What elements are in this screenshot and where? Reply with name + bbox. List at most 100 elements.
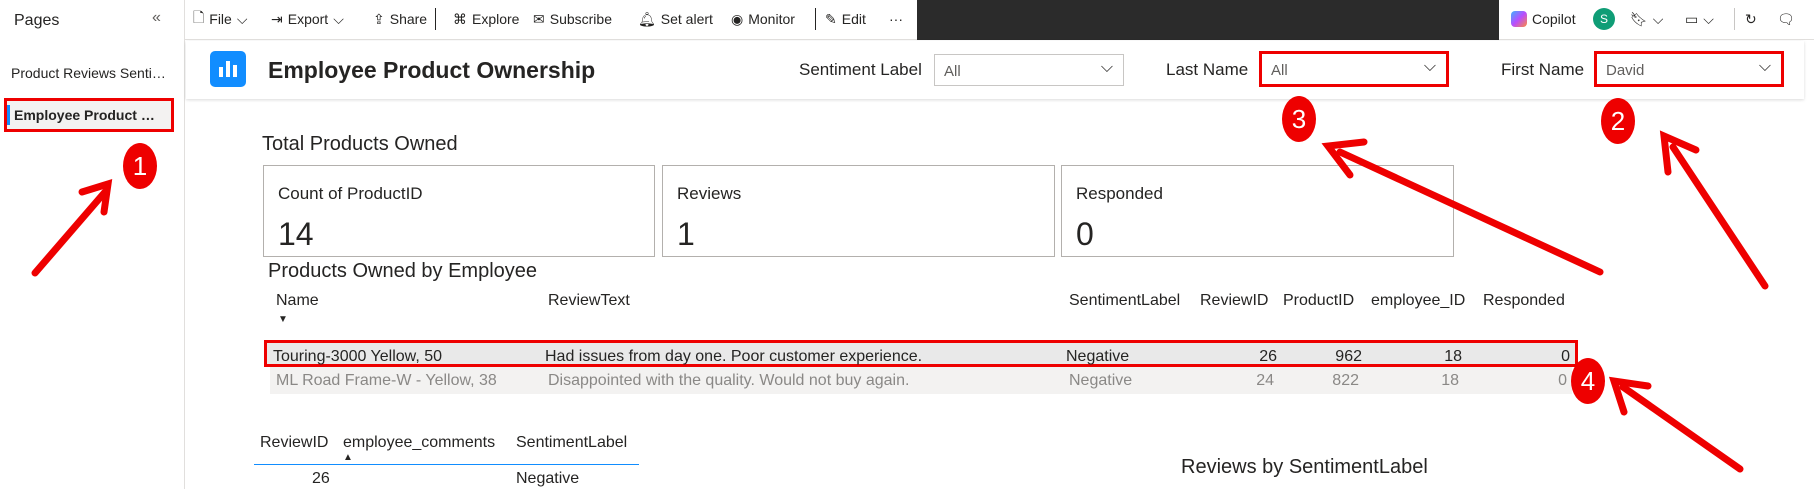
- dropdown-value: All: [944, 63, 961, 80]
- table-row[interactable]: ML Road Frame-W - Yellow, 38 Disappointe…: [270, 367, 1572, 394]
- card-label: Count of ProductID: [278, 184, 423, 203]
- pencil-icon: ✎: [825, 10, 837, 27]
- annotation-badge-2: 2: [1601, 98, 1635, 144]
- annotation-badge-4: 4: [1571, 358, 1605, 404]
- column-header-name[interactable]: Name: [276, 292, 319, 310]
- cell-reviewid: 24: [1256, 372, 1274, 389]
- cell-employee-id: 18: [1444, 348, 1462, 365]
- bottom-column-reviewid[interactable]: ReviewID: [260, 434, 328, 452]
- bookmark-icon: 🔖︎: [1630, 10, 1648, 27]
- chevron-down-icon: ⌵: [1703, 10, 1714, 27]
- last-name-dropdown[interactable]: All ⌵: [1259, 51, 1449, 87]
- monitor-button[interactable]: ◉ Monitor: [731, 0, 795, 38]
- chevron-down-icon: ⌵: [1100, 59, 1113, 76]
- page-item-employee-product-ownership[interactable]: Employee Product Ow...: [4, 98, 174, 132]
- file-label: File: [209, 11, 232, 27]
- annotation-arrow-2: [1669, 143, 1769, 290]
- comment-icon: 🗨︎: [1777, 10, 1795, 27]
- cell-reviewtext: Disappointed with the quality. Would not…: [548, 372, 910, 389]
- annotation-badge-3: 3: [1282, 96, 1316, 142]
- bottom-table-header-underline: [254, 464, 639, 465]
- action-toolbar: 🗋 File ⌵ ⇥ Export ⌵ ⇪ Share ⌘ Explore ✉ …: [185, 0, 1814, 40]
- column-header-reviewid[interactable]: ReviewID: [1200, 292, 1268, 310]
- bell-icon: 🔔︎: [638, 10, 656, 27]
- set-alert-button[interactable]: 🔔︎ Set alert: [638, 0, 713, 38]
- bottom-cell-reviewid: 26: [312, 470, 330, 487]
- card-value: 1: [677, 216, 695, 252]
- cell-reviewtext: Had issues from day one. Poor customer e…: [545, 348, 923, 365]
- explore-button[interactable]: ⌘ Explore: [453, 0, 519, 38]
- last-name-slicer-label: Last Name: [1166, 60, 1249, 79]
- share-icon: ⇪: [373, 10, 385, 27]
- share-label: Share: [389, 11, 428, 27]
- collapse-pane-icon[interactable]: «: [152, 9, 161, 27]
- cell-productid: 822: [1332, 372, 1359, 389]
- edit-button[interactable]: ✎ Edit: [825, 0, 866, 38]
- chevron-down-icon: ⌵: [1423, 58, 1436, 75]
- user-avatar[interactable]: S: [1593, 0, 1615, 38]
- bottom-column-sentimentlabel[interactable]: SentimentLabel: [516, 434, 627, 452]
- column-header-sentimentlabel[interactable]: SentimentLabel: [1069, 292, 1180, 310]
- bottom-column-employee-comments[interactable]: employee_comments: [343, 434, 495, 452]
- cell-productid: 962: [1335, 348, 1362, 365]
- dropdown-value: David: [1606, 62, 1645, 79]
- mail-icon: ✉: [533, 10, 545, 27]
- cell-responded: 0: [1561, 348, 1570, 365]
- binoculars-icon: ⌘: [453, 10, 467, 27]
- table-row[interactable]: Touring-3000 Yellow, 50 Had issues from …: [264, 340, 1578, 367]
- dropdown-value: All: [1271, 62, 1288, 79]
- subscribe-label: Subscribe: [549, 11, 612, 27]
- report-header: Employee Product Ownership Sentiment Lab…: [186, 41, 1804, 99]
- cell-sentimentlabel: Negative: [1066, 348, 1130, 365]
- toolbar-divider: [815, 8, 816, 30]
- column-header-reviewtext[interactable]: ReviewText: [548, 292, 630, 310]
- toolbar-divider: [435, 8, 436, 30]
- first-name-dropdown[interactable]: David ⌵: [1594, 51, 1784, 87]
- monitor-icon: ◉: [731, 10, 744, 27]
- chevron-down-icon: ⌵: [1758, 58, 1771, 75]
- page-item-product-reviews[interactable]: Product Reviews Sentim...: [11, 65, 171, 81]
- card-responded[interactable]: Responded 0: [1061, 165, 1454, 257]
- card-value: 14: [278, 216, 314, 252]
- card-count-productid[interactable]: Count of ProductID 14: [263, 165, 655, 257]
- cell-employee-id: 18: [1441, 372, 1459, 389]
- copilot-icon: [1511, 11, 1527, 27]
- copilot-button[interactable]: Copilot: [1511, 0, 1576, 38]
- active-page-indicator: [7, 105, 10, 125]
- cell-responded: 0: [1558, 372, 1567, 389]
- report-icon: [210, 51, 246, 87]
- cell-sentimentlabel: Negative: [1069, 372, 1133, 389]
- subscribe-button[interactable]: ✉ Subscribe: [533, 0, 612, 38]
- chevron-down-icon: ⌵: [333, 10, 344, 27]
- page-item-label: Employee Product Ow...: [14, 107, 174, 123]
- chevron-down-icon: ⌵: [236, 10, 248, 27]
- sort-descending-icon: ▼: [278, 314, 288, 325]
- view-icon: ▭: [1685, 10, 1699, 27]
- view-button[interactable]: ▭ ⌵: [1685, 0, 1714, 38]
- bookmark-button[interactable]: 🔖︎ ⌵: [1630, 0, 1663, 38]
- card-label: Reviews: [677, 184, 742, 203]
- toolbar-dark-band: [917, 0, 1499, 40]
- column-header-responded[interactable]: Responded: [1483, 292, 1565, 310]
- sentiment-label-dropdown[interactable]: All ⌵: [934, 54, 1124, 86]
- pages-title: Pages: [14, 12, 60, 29]
- refresh-button[interactable]: ↻: [1745, 0, 1757, 38]
- chart-title: Reviews by SentimentLabel: [1181, 456, 1428, 478]
- bottom-cell-sentimentlabel: Negative: [516, 470, 580, 487]
- more-options-button[interactable]: ···: [889, 0, 903, 38]
- sentiment-label-slicer-label: Sentiment Label: [799, 60, 922, 79]
- file-menu-button[interactable]: 🗋 File ⌵: [193, 0, 247, 38]
- cell-reviewid: 26: [1259, 348, 1277, 365]
- column-header-productid[interactable]: ProductID: [1283, 292, 1354, 310]
- pages-pane: Pages « Product Reviews Sentim... Employ…: [0, 0, 185, 489]
- share-button[interactable]: ⇪ Share: [373, 0, 427, 38]
- annotation-badge-1: 1: [123, 143, 157, 189]
- edit-label: Edit: [841, 11, 866, 27]
- card-value: 0: [1076, 216, 1094, 252]
- cell-name: ML Road Frame-W - Yellow, 38: [276, 372, 497, 389]
- first-name-slicer-label: First Name: [1501, 60, 1585, 79]
- comment-button[interactable]: 🗨︎: [1777, 0, 1795, 38]
- card-reviews[interactable]: Reviews 1: [662, 165, 1055, 257]
- export-menu-button[interactable]: ⇥ Export ⌵: [271, 0, 344, 38]
- column-header-employee-id[interactable]: employee_ID: [1371, 292, 1465, 310]
